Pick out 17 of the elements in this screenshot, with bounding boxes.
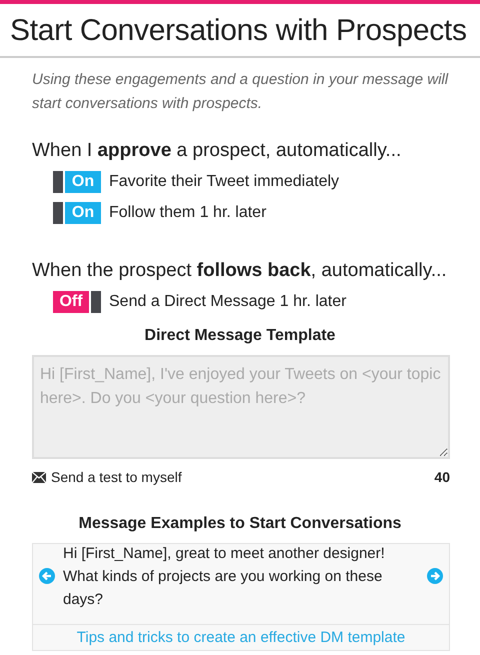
section-heading: Direct Message Template — [144, 327, 336, 345]
rule-label: Follow them 1 hr. later — [109, 204, 266, 222]
send-test-link[interactable]: Send a test to myself — [51, 469, 182, 485]
previous-arrow-icon[interactable] — [39, 568, 55, 584]
intro-text: Using these engagements and a question in your message will start conversations with prospects. — [32, 70, 450, 114]
envelope-icon — [32, 472, 46, 482]
rule-label: Send a Direct Message 1 hr. later — [109, 293, 346, 311]
example-message: Hi [First_Name], great to meet another designer! What kinds of projects are you working on these days? — [63, 544, 386, 610]
section-heading: Message Examples to Start Conversations — [78, 515, 402, 533]
tips-link[interactable]: Tips and tricks to create an effective DM template — [33, 624, 449, 650]
next-arrow-icon[interactable] — [427, 568, 443, 584]
message-field[interactable]: Hi [First_Name], I've enjoyed your Tweets on <your topic here>. Do you <your question here>? — [32, 355, 450, 459]
rule-label: Favorite their Tweet immediately — [109, 173, 340, 191]
page-title: Start Conversations with Prospects — [0, 4, 480, 58]
character-count: 40 — [434, 469, 450, 485]
rule-group-heading: When the prospect follows back, automatically... — [32, 260, 448, 282]
rule-group-heading: When I approve a prospect, automatically... — [32, 140, 402, 162]
